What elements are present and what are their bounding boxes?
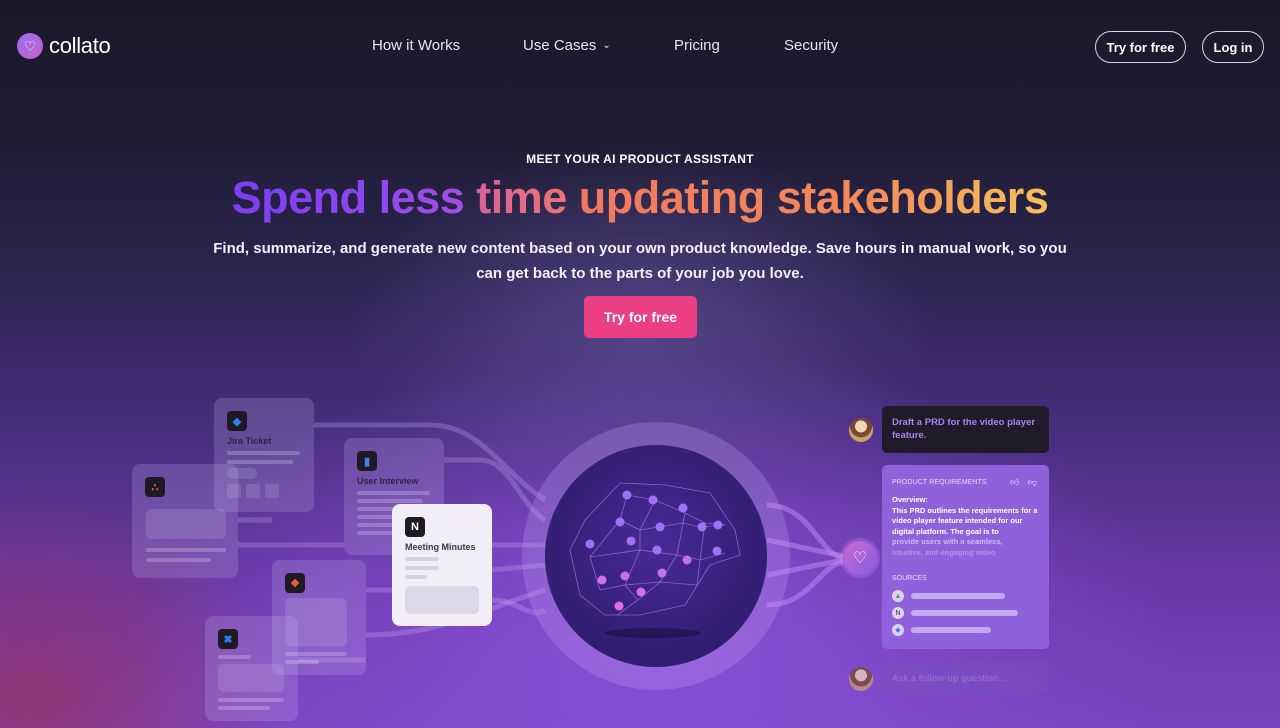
card-title: User Interview: [357, 476, 419, 486]
brain-network-icon: [569, 482, 741, 638]
thumbs-down-icon[interactable]: 👎︎: [1028, 477, 1037, 487]
notion-icon: N: [892, 607, 904, 619]
placeholder-bar: [405, 566, 439, 570]
confluence-card: ✖: [205, 616, 298, 721]
placeholder-block: [218, 664, 284, 692]
chat-user-question: Draft a PRD for the video player feature…: [882, 406, 1049, 453]
follow-up-input[interactable]: Ask a follow-up question...: [882, 662, 1049, 694]
overview-text-fade: provide users with a seamless,: [892, 537, 1003, 546]
card-title: Jira Ticket: [227, 436, 272, 446]
overview-text: This PRD outlines the requirements for a…: [892, 505, 1038, 536]
placeholder-bar: [218, 698, 284, 702]
notion-icon: N: [405, 517, 425, 537]
source-bar: [911, 593, 1005, 599]
placeholder-bar: [405, 557, 439, 561]
jira-icon: ◆: [892, 624, 904, 636]
placeholder-bar: [218, 655, 251, 659]
placeholder-pill: [227, 468, 257, 479]
meeting-minutes-card: N Meeting Minutes: [392, 504, 492, 626]
prd-response-card: PRODUCT REQUIREMENTS 👍︎ 👎︎ Overview: Thi…: [882, 465, 1049, 649]
orb-shadow: [605, 628, 701, 638]
overview-text-fade: intuitive, and engaging video: [892, 547, 996, 557]
user-avatar: [849, 418, 873, 442]
source-row: ▲: [892, 590, 1005, 602]
placeholder-bar: [146, 558, 211, 562]
source-row: ◆: [892, 624, 991, 636]
feedback-icons: 👍︎ 👎︎: [1010, 477, 1037, 488]
asana-icon: ∴: [145, 477, 165, 497]
placeholder-bar: [405, 575, 427, 579]
jira-icon: ◆: [227, 411, 247, 431]
confluence-icon: ✖: [218, 629, 238, 649]
placeholder-bar: [227, 460, 293, 464]
placeholder-block: [405, 586, 479, 614]
ai-brain-orb: [545, 445, 767, 667]
figma-icon: ❖: [285, 573, 305, 593]
placeholder-bar: [357, 499, 423, 503]
arrow-up-icon: [227, 484, 241, 498]
card-title: Meeting Minutes: [405, 542, 476, 552]
collato-hub-icon: ♡: [843, 541, 877, 575]
brain-nodes: [585, 490, 723, 611]
source-bar: [911, 610, 1018, 616]
thumbs-up-icon[interactable]: 👍︎: [1010, 477, 1019, 487]
overview-label: Overview:: [892, 495, 928, 504]
google-drive-icon: ▲: [892, 590, 904, 602]
circle-icon: [265, 484, 279, 498]
placeholder-block: [146, 509, 226, 539]
jira-ticket-card: ◆ Jira Ticket: [214, 398, 314, 512]
google-docs-icon: ▮: [357, 451, 377, 471]
prd-header: PRODUCT REQUIREMENTS: [892, 479, 987, 486]
placeholder-bar: [227, 451, 300, 455]
source-bar: [911, 627, 991, 633]
placeholder-bar: [146, 548, 226, 552]
placeholder-bar: [218, 706, 270, 710]
check-icon: [246, 484, 260, 498]
user-avatar: [849, 667, 873, 691]
sources-label: SOURCES: [892, 575, 927, 582]
prd-body: Overview: This PRD outlines the requirem…: [892, 495, 1042, 558]
source-row: N: [892, 607, 1018, 619]
placeholder-bar: [357, 491, 430, 495]
